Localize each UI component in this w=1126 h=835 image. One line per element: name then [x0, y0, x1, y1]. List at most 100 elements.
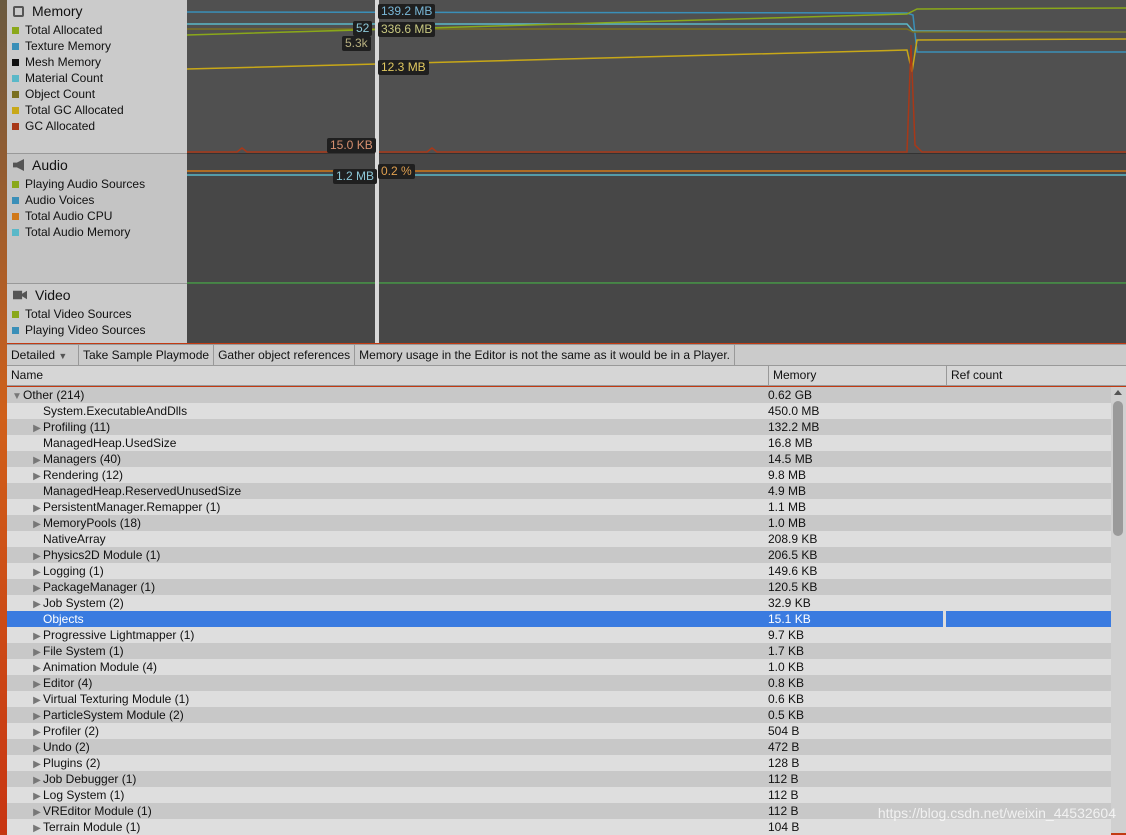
table-row[interactable]: ▶ PersistentManager.Remapper (1) 1.1 MB	[7, 499, 1111, 515]
row-name-text: ParticleSystem Module (2)	[43, 708, 184, 722]
expand-closed-icon[interactable]: ▶	[31, 469, 43, 483]
total-gc-allocated-line	[187, 38, 1126, 73]
table-row[interactable]: ▶ Progressive Lightmapper (1) 9.7 KB	[7, 627, 1111, 643]
table-row[interactable]: ▶ Profiler (2) 504 B	[7, 723, 1111, 739]
gather-references-toggle[interactable]: Gather object references	[214, 345, 356, 365]
legend-label: GC Allocated	[25, 119, 96, 133]
legend-item[interactable]: Mesh Memory	[7, 54, 187, 70]
expand-closed-icon[interactable]: ▶	[31, 565, 43, 579]
legend-item[interactable]: Total Video Sources	[7, 306, 187, 322]
row-name-text: MemoryPools (18)	[43, 516, 142, 530]
scrollbar-thumb[interactable]	[1113, 401, 1123, 536]
scroll-up-icon[interactable]	[1114, 390, 1122, 395]
column-name[interactable]: Name	[7, 366, 769, 385]
audio-module[interactable]: Audio Playing Audio Sources Audio Voices T…	[7, 154, 187, 284]
expand-closed-icon[interactable]: ▶	[31, 453, 43, 467]
table-row[interactable]: ▶ Log System (1) 112 B	[7, 787, 1111, 803]
scrollbar[interactable]	[1111, 387, 1126, 833]
expand-closed-icon[interactable]: ▶	[31, 501, 43, 515]
view-mode-dropdown[interactable]: Detailed ▼	[7, 345, 79, 365]
table-row[interactable]: ▶ Undo (2) 472 B	[7, 739, 1111, 755]
table-row[interactable]: NativeArray 208.9 KB	[7, 531, 1111, 547]
table-row[interactable]: ▶ Plugins (2) 128 B	[7, 755, 1111, 771]
table-row[interactable]: System.ExecutableAndDlls 450.0 MB	[7, 403, 1111, 419]
row-name-text: Physics2D Module (1)	[43, 548, 161, 562]
memory-module[interactable]: Memory Total Allocated Texture Memory Mesh…	[7, 0, 187, 154]
legend-item[interactable]: Total GC Allocated	[7, 102, 187, 118]
row-name-text: Managers (40)	[43, 452, 122, 466]
expand-closed-icon[interactable]: ▶	[31, 661, 43, 675]
row-name: ▶ Editor (4)	[7, 675, 768, 691]
legend-item[interactable]: Playing Audio Sources	[7, 176, 187, 192]
camera-icon	[13, 290, 27, 300]
row-ref-count	[943, 691, 1111, 707]
take-sample-button[interactable]: Take Sample Playmode	[79, 345, 215, 365]
expand-closed-icon[interactable]: ▶	[31, 757, 43, 771]
legend-item[interactable]: Object Count	[7, 86, 187, 102]
legend-swatch	[12, 196, 19, 204]
legend-item[interactable]: Total Audio CPU	[7, 208, 187, 224]
table-row[interactable]: ▶ PackageManager (1) 120.5 KB	[7, 579, 1111, 595]
table-row[interactable]: ▶ Animation Module (4) 1.0 KB	[7, 659, 1111, 675]
legend-item[interactable]: GC Allocated	[7, 118, 187, 134]
row-ref-count	[943, 579, 1111, 595]
table-row[interactable]: ▼Other (214) 0.62 GB	[7, 387, 1111, 403]
row-memory: 0.8 KB	[768, 676, 805, 690]
row-memory: 14.5 MB	[768, 452, 813, 466]
row-name: ▶ VREditor Module (1)	[7, 803, 768, 819]
table-row[interactable]: ▶ Virtual Texturing Module (1) 0.6 KB	[7, 691, 1111, 707]
table-row[interactable]: ▶ Logging (1) 149.6 KB	[7, 563, 1111, 579]
expand-closed-icon[interactable]: ▶	[31, 789, 43, 803]
expand-closed-icon[interactable]: ▶	[31, 773, 43, 787]
table-row[interactable]: ▶ Rendering (12) 9.8 MB	[7, 467, 1111, 483]
column-memory[interactable]: Memory	[769, 366, 947, 385]
row-name: ManagedHeap.ReservedUnusedSize	[7, 483, 768, 499]
expand-closed-icon[interactable]: ▶	[31, 645, 43, 659]
expand-open-icon[interactable]: ▼	[11, 389, 23, 403]
expand-closed-icon[interactable]: ▶	[31, 693, 43, 707]
expand-closed-icon[interactable]: ▶	[31, 677, 43, 691]
legend-item[interactable]: Texture Memory	[7, 38, 187, 54]
video-module[interactable]: Video Total Video Sources Playing Video S…	[7, 284, 187, 343]
legend-swatch	[12, 26, 19, 34]
table-row[interactable]: ▶ Managers (40) 14.5 MB	[7, 451, 1111, 467]
expand-closed-icon[interactable]: ▶	[31, 805, 43, 819]
expand-closed-icon[interactable]: ▶	[31, 597, 43, 611]
expand-closed-icon[interactable]: ▶	[31, 549, 43, 563]
table-row[interactable]: ▶ Editor (4) 0.8 KB	[7, 675, 1111, 691]
row-memory: 504 B	[768, 724, 800, 738]
table-row[interactable]: ▶ File System (1) 1.7 KB	[7, 643, 1111, 659]
legend-swatch	[12, 106, 19, 114]
table-row[interactable]: ▶ ParticleSystem Module (2) 0.5 KB	[7, 707, 1111, 723]
table-row[interactable]: ▶ Job System (2) 32.9 KB	[7, 595, 1111, 611]
row-ref-count	[943, 499, 1111, 515]
table-row[interactable]: ▶ Profiling (11) 132.2 MB	[7, 419, 1111, 435]
table-row[interactable]: ▶ MemoryPools (18) 1.0 MB	[7, 515, 1111, 531]
legend-item[interactable]: Audio Voices	[7, 192, 187, 208]
table-row[interactable]: ▶ Job Debugger (1) 112 B	[7, 771, 1111, 787]
legend-item[interactable]: Playing Video Sources	[7, 322, 187, 338]
legend-item[interactable]: Material Count	[7, 70, 187, 86]
legend-swatch	[12, 326, 19, 334]
expand-closed-icon[interactable]: ▶	[31, 581, 43, 595]
table-row[interactable]: ManagedHeap.ReservedUnusedSize 4.9 MB	[7, 483, 1111, 499]
expand-closed-icon[interactable]: ▶	[31, 629, 43, 643]
row-memory: 16.8 MB	[768, 436, 813, 450]
expand-closed-icon[interactable]: ▶	[31, 741, 43, 755]
table-row[interactable]: Objects 15.1 KB	[7, 611, 1111, 627]
table-row[interactable]: ▶ Physics2D Module (1) 206.5 KB	[7, 547, 1111, 563]
expand-closed-icon[interactable]: ▶	[31, 725, 43, 739]
legend-label: Playing Audio Sources	[25, 177, 146, 191]
row-name-text: Editor (4)	[43, 676, 93, 690]
profiler-chart-area[interactable]: 139.2 MB 52 336.6 MB 5.3k 12.3 MB 15.0 K…	[187, 0, 1126, 343]
expand-closed-icon[interactable]: ▶	[31, 709, 43, 723]
table-row[interactable]: ManagedHeap.UsedSize 16.8 MB	[7, 435, 1111, 451]
expand-closed-icon[interactable]: ▶	[31, 421, 43, 435]
legend-item[interactable]: Total Allocated	[7, 22, 187, 38]
row-name-text: Undo (2)	[43, 740, 90, 754]
expand-closed-icon[interactable]: ▶	[31, 517, 43, 531]
editor-notice: Memory usage in the Editor is not the sa…	[355, 345, 736, 365]
row-ref-count	[943, 419, 1111, 435]
legend-item[interactable]: Total Audio Memory	[7, 224, 187, 240]
column-ref-count[interactable]: Ref count	[947, 366, 1126, 385]
